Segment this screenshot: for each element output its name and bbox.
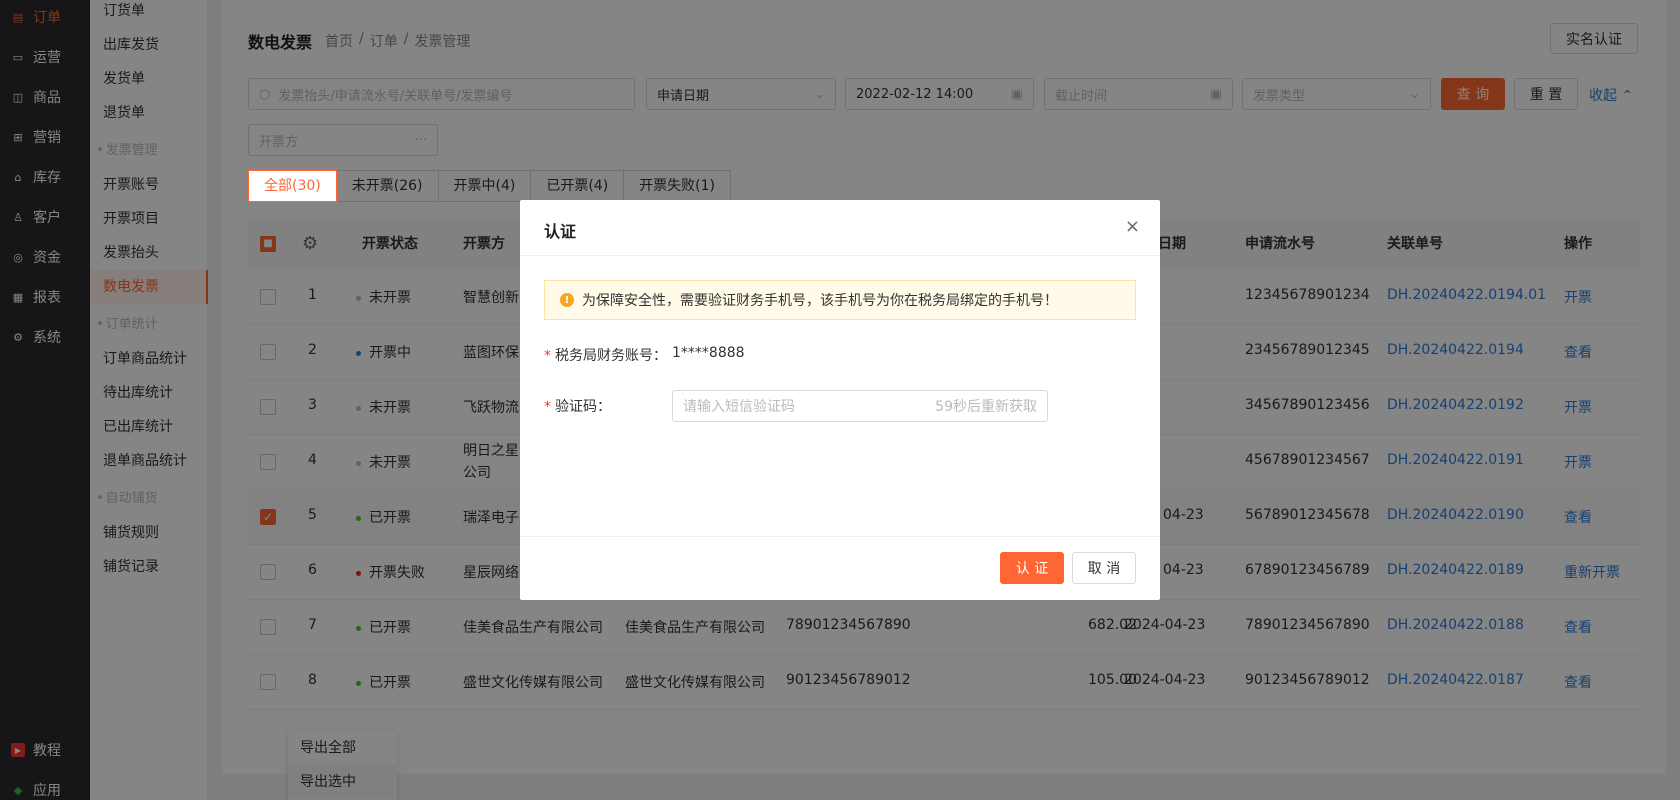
alert-text: 为保障安全性，需要验证财务手机号，该手机号为你在税务局绑定的手机号！ [582, 293, 1058, 309]
confirm-auth-button[interactable]: 认 证 [1000, 552, 1064, 584]
auth-modal: 认证 × ! 为保障安全性，需要验证财务手机号，该手机号为你在税务局绑定的手机号… [520, 200, 1160, 600]
account-value: 1****8888 [672, 345, 745, 361]
tab-all[interactable]: 全部(30) [248, 170, 337, 202]
warning-icon: ! [560, 293, 574, 307]
account-label: * 税务局财务账号： [544, 348, 667, 364]
account-label-text: 税务局财务账号： [555, 348, 667, 364]
code-label-text: 验证码： [555, 399, 611, 415]
code-label: * 验证码： [544, 399, 611, 415]
modal-title: 认证 [544, 222, 577, 241]
cancel-button[interactable]: 取 消 [1072, 552, 1136, 584]
close-icon[interactable]: × [1125, 216, 1140, 237]
resend-countdown: 59秒后重新获取 [935, 399, 1037, 415]
sms-code-input[interactable]: 请输入短信验证码 59秒后重新获取 [672, 390, 1048, 422]
modal-divider [520, 255, 1160, 256]
code-placeholder: 请输入短信验证码 [683, 399, 795, 415]
security-alert: ! 为保障安全性，需要验证财务手机号，该手机号为你在税务局绑定的手机号！ [544, 280, 1136, 320]
modal-divider [520, 536, 1160, 537]
